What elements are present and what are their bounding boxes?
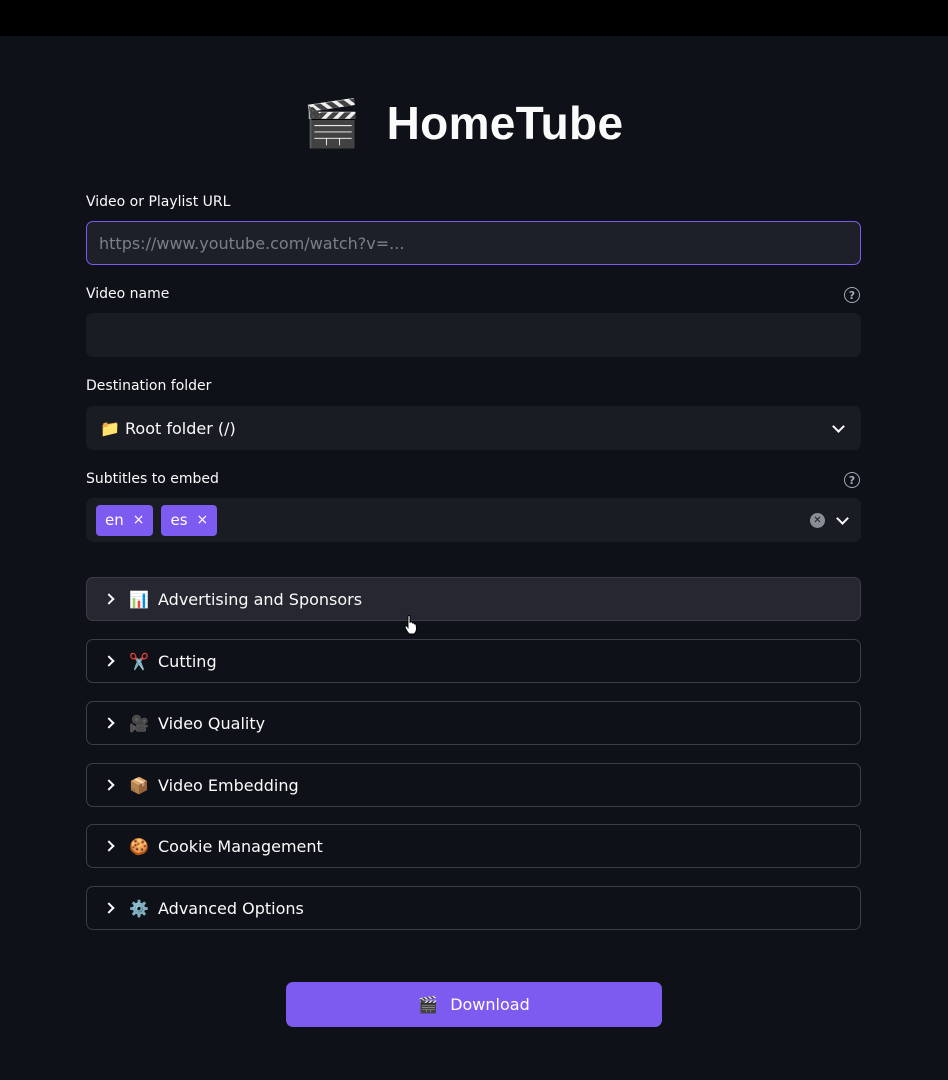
chevron-down-icon[interactable]	[836, 511, 849, 525]
package-icon: 📦	[129, 775, 149, 795]
destination-folder-select[interactable]: 📁 Root folder (/)	[86, 406, 861, 450]
expander-cutting[interactable]: ✂️ Cutting	[86, 639, 861, 683]
expander-video-embedding[interactable]: 📦 Video Embedding	[86, 763, 861, 807]
expander-label: Advertising and Sponsors	[158, 589, 363, 609]
url-input[interactable]	[87, 222, 860, 264]
chevron-right-icon	[103, 655, 115, 667]
tag-label: es	[170, 511, 188, 529]
subtitle-tag-es: es ×	[161, 504, 218, 536]
expander-advertising-sponsors[interactable]: 📊 Advertising and Sponsors	[86, 577, 861, 621]
subtitles-label: Subtitles to embed	[86, 471, 219, 487]
expander-advanced-options[interactable]: ⚙️ Advanced Options	[86, 886, 861, 930]
clapperboard-icon: 🎬	[418, 995, 439, 1014]
expander-cookie-management[interactable]: 🍪 Cookie Management	[86, 824, 861, 868]
page-header: 🎬 HomeTube	[0, 96, 948, 150]
expander-label: Video Embedding	[158, 775, 299, 795]
gear-icon: ⚙️	[129, 898, 149, 918]
expander-label: Cutting	[158, 651, 217, 671]
url-field-label: Video or Playlist URL	[86, 194, 231, 210]
chevron-right-icon	[103, 717, 115, 729]
url-field-container	[86, 221, 861, 265]
subtitle-tag-en: en ×	[96, 504, 154, 536]
top-bar	[0, 0, 948, 36]
expander-video-quality[interactable]: 🎥 Video Quality	[86, 701, 861, 745]
scissors-icon: ✂️	[129, 651, 149, 671]
cookie-icon: 🍪	[129, 836, 149, 856]
clapperboard-icon: 🎬	[303, 95, 361, 150]
chevron-right-icon	[103, 840, 115, 852]
chevron-down-icon	[832, 419, 845, 433]
chevron-right-icon	[103, 779, 115, 791]
download-button[interactable]: 🎬 Download	[286, 982, 662, 1027]
video-name-label: Video name	[86, 286, 170, 302]
destination-folder-value: 📁 Root folder (/)	[100, 418, 236, 438]
subtitles-multiselect[interactable]: en × es × ✕	[86, 498, 861, 542]
bar-chart-icon: 📊	[129, 589, 149, 609]
download-button-label: Download	[450, 995, 530, 1014]
chevron-right-icon	[103, 593, 115, 605]
video-camera-icon: 🎥	[129, 713, 149, 733]
remove-tag-icon[interactable]: ×	[197, 512, 209, 528]
expander-label: Video Quality	[158, 713, 266, 733]
tag-label: en	[105, 511, 124, 529]
hand-cursor-icon	[404, 615, 417, 635]
remove-tag-icon[interactable]: ×	[133, 512, 145, 528]
video-name-input[interactable]	[86, 313, 861, 357]
chevron-right-icon	[103, 902, 115, 914]
expander-label: Cookie Management	[158, 836, 323, 856]
destination-folder-label: Destination folder	[86, 378, 212, 394]
help-icon[interactable]: ?	[844, 287, 860, 303]
clear-all-icon[interactable]: ✕	[810, 512, 825, 528]
page-title: HomeTube	[386, 97, 624, 149]
help-icon[interactable]: ?	[844, 472, 860, 488]
expander-label: Advanced Options	[158, 898, 304, 918]
